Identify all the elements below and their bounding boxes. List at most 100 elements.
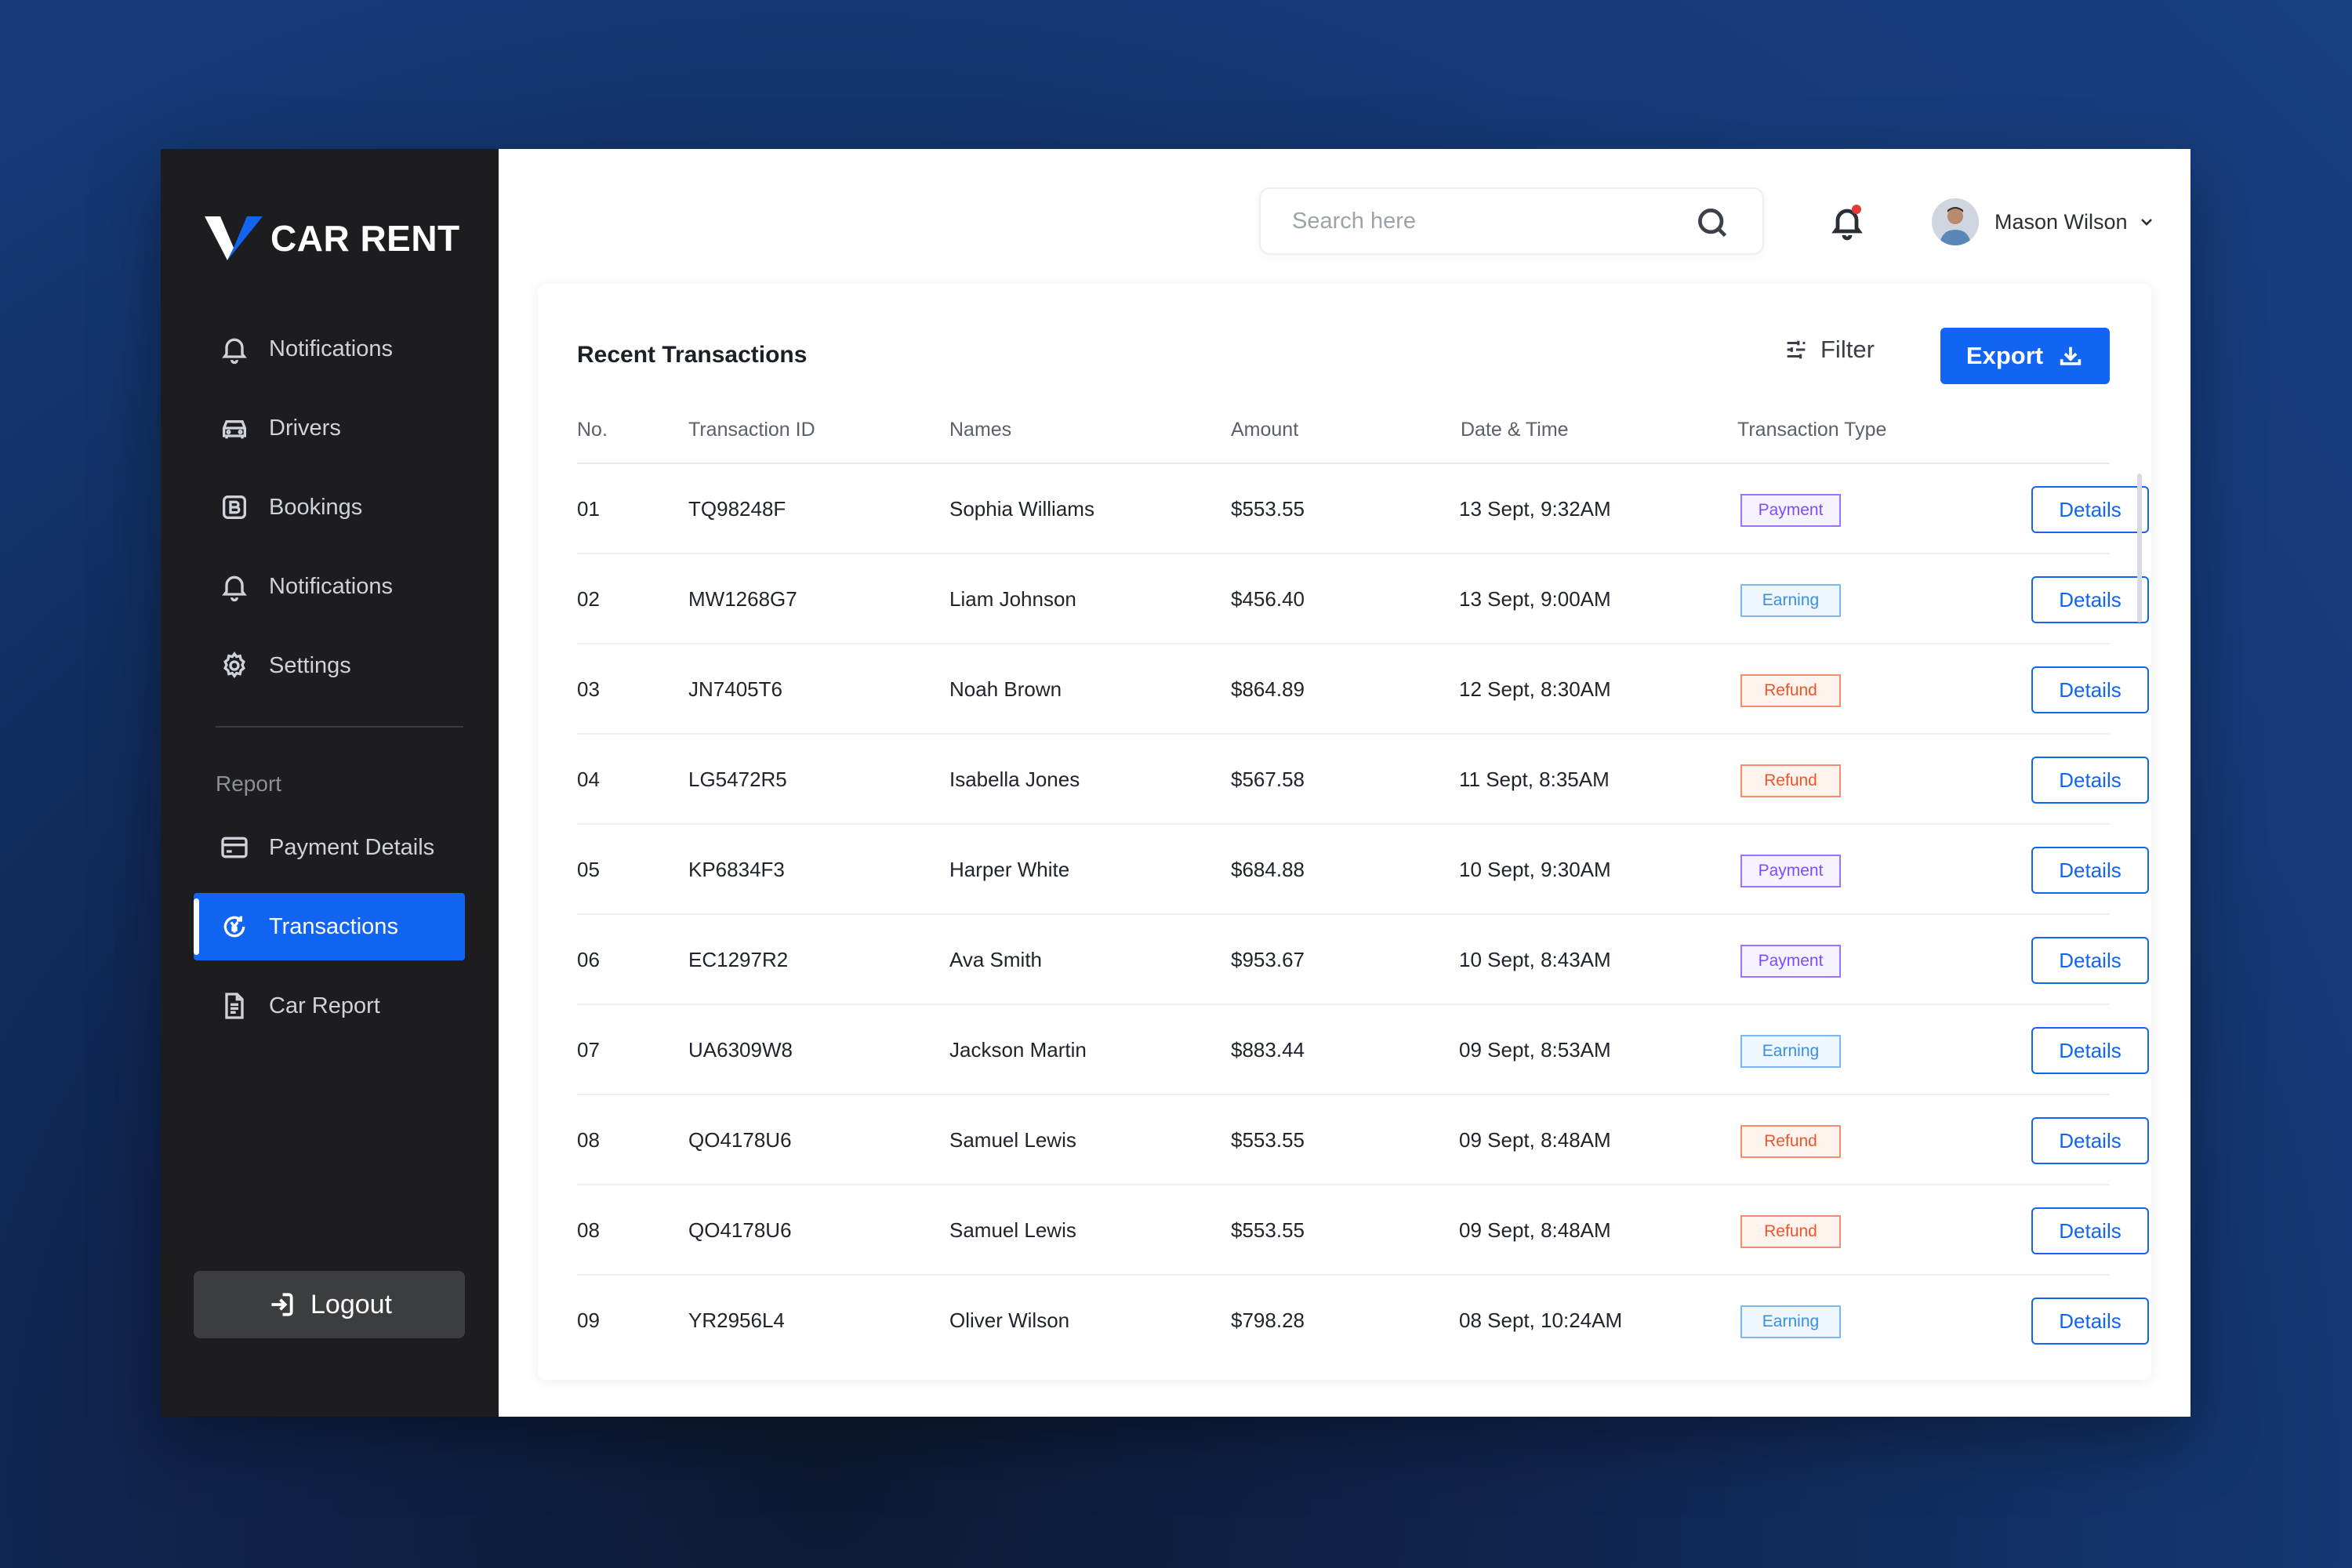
cell-name: Liam Johnson [949,587,1076,611]
cell-amount: $684.88 [1231,858,1305,881]
cell-amount: $553.55 [1231,497,1305,521]
cell-date-time: 09 Sept, 8:48AM [1459,1128,1611,1152]
details-button[interactable]: Details [2031,666,2149,713]
cell-no: 09 [577,1308,600,1332]
cell-no: 03 [577,677,600,701]
sidebar-item-label: Transactions [269,913,398,939]
details-button[interactable]: Details [2031,486,2149,533]
download-icon [2060,347,2082,365]
cell-no: 04 [577,768,600,791]
sidebar-item-transactions[interactable]: Transactions [194,893,465,960]
bell-icon [222,575,247,602]
scrollbar[interactable] [2137,474,2142,622]
cell-date-time: 13 Sept, 9:00AM [1459,587,1611,611]
transaction-type-badge: Earning [1740,1035,1841,1068]
card-icon [221,837,248,858]
column-header-names: Names [949,419,1012,441]
details-button[interactable]: Details [2031,937,2149,984]
sidebar-item-notifications[interactable]: Notifications [194,315,465,383]
user-menu[interactable]: Mason Wilson [1932,198,2156,245]
sidebar-item-drivers[interactable]: Drivers [194,394,465,462]
cell-transaction-id: EC1297R2 [688,948,789,971]
table-row: 05 KP6834F3 Harper White $684.88 10 Sept, 9:… [577,825,2149,915]
transaction-type-badge: Payment [1740,945,1841,978]
cell-name: Samuel Lewis [949,1218,1076,1242]
cell-amount: $864.89 [1231,677,1305,701]
cell-date-time: 08 Sept, 10:24AM [1459,1308,1623,1332]
search-input[interactable] [1292,208,1668,234]
sidebar-item-label: Notifications [269,336,393,361]
sidebar-item-car-report[interactable]: Car Report [194,972,465,1040]
table-body: 01 TQ98248F Sophia Williams $553.55 13 Sept,… [577,464,2149,1366]
logout-icon [271,1293,293,1316]
cell-amount: $553.55 [1231,1218,1305,1242]
sidebar-item-notifications-2[interactable]: Notifications [194,553,465,620]
cell-transaction-id: UA6309W8 [688,1038,793,1062]
sidebar-item-label: Notifications [269,573,393,599]
cell-date-time: 10 Sept, 8:43AM [1459,948,1611,971]
details-button[interactable]: Details [2031,1207,2149,1254]
cell-no: 01 [577,497,600,521]
notification-button[interactable] [1828,203,1866,241]
cell-no: 07 [577,1038,600,1062]
sidebar-item-label: Settings [269,652,351,678]
sidebar-item-payment-details[interactable]: Payment Details [194,814,465,881]
table-row: 08 QO4178U6 Samuel Lewis $553.55 09 Sept, 8:… [577,1095,2149,1185]
export-label: Export [1965,342,2044,369]
filter-label: Filter [1820,336,1875,363]
transaction-type-badge: Payment [1740,855,1841,887]
table-row: 06 EC1297R2 Ava Smith $953.67 10 Sept, 8:43A… [577,915,2149,1005]
details-button[interactable]: Details [2031,757,2149,804]
cell-date-time: 12 Sept, 8:30AM [1459,677,1611,701]
details-button[interactable]: Details [2031,847,2149,894]
column-header-transaction-id: Transaction ID [688,419,815,441]
transaction-type-badge: Refund [1740,674,1841,707]
sidebar-item-label: Bookings [269,494,363,520]
cell-name: Sophia Williams [949,497,1094,521]
cell-date-time: 10 Sept, 9:30AM [1459,858,1611,881]
cell-name: Noah Brown [949,677,1062,701]
logout-label: Logout [310,1289,392,1319]
app-window: CAR RENT Notifications Drivers Bookings … [161,149,2190,1417]
brand-logo[interactable]: CAR RENT [205,213,499,263]
cell-date-time: 11 Sept, 8:35AM [1459,768,1610,791]
cell-name: Oliver Wilson [949,1308,1070,1332]
search-icon[interactable] [1695,205,1730,240]
details-button[interactable]: Details [2031,1117,2149,1164]
cell-amount: $953.67 [1231,948,1305,971]
transaction-type-badge: Refund [1740,1215,1841,1248]
sidebar-item-settings[interactable]: Settings [194,632,465,699]
cell-transaction-id: JN7405T6 [688,677,782,701]
export-button[interactable]: Export [1940,328,2110,384]
card-title: Recent Transactions [577,342,808,368]
sidebar-item-label: Car Report [269,993,380,1018]
section-label-report: Report [216,771,282,796]
transaction-type-badge: Earning [1740,584,1841,617]
document-icon [225,993,244,1019]
details-button[interactable]: Details [2031,1298,2149,1345]
cell-date-time: 09 Sept, 8:53AM [1459,1038,1611,1062]
cell-no: 08 [577,1218,600,1242]
logo-icon [205,216,263,260]
details-button[interactable]: Details [2031,576,2149,623]
column-header-amount: Amount [1231,419,1299,441]
cell-transaction-id: TQ98248F [688,497,786,521]
logout-button[interactable]: Logout [194,1271,465,1338]
details-button[interactable]: Details [2031,1027,2149,1074]
gear-icon [223,652,245,679]
cell-transaction-id: QO4178U6 [688,1128,792,1152]
table-row: 04 LG5472R5 Isabella Jones $567.58 11 Sept, … [577,735,2149,825]
table-row: 07 UA6309W8 Jackson Martin $883.44 09 Sept, … [577,1005,2149,1095]
table-header: No. Transaction ID Names Amount Date & T… [577,408,2110,464]
cell-no: 05 [577,858,600,881]
avatar-image [1932,198,1979,245]
filter-button[interactable]: Filter [1783,336,1875,364]
cell-no: 02 [577,587,600,611]
user-name: Mason Wilson [1994,209,2128,234]
sidebar-item-label: Drivers [269,415,341,441]
column-header-date-time: Date & Time [1461,419,1569,441]
booking-icon [223,495,246,519]
cell-date-time: 13 Sept, 9:32AM [1459,497,1611,521]
brand-name: CAR RENT [270,218,460,259]
sidebar-item-bookings[interactable]: Bookings [194,474,465,541]
